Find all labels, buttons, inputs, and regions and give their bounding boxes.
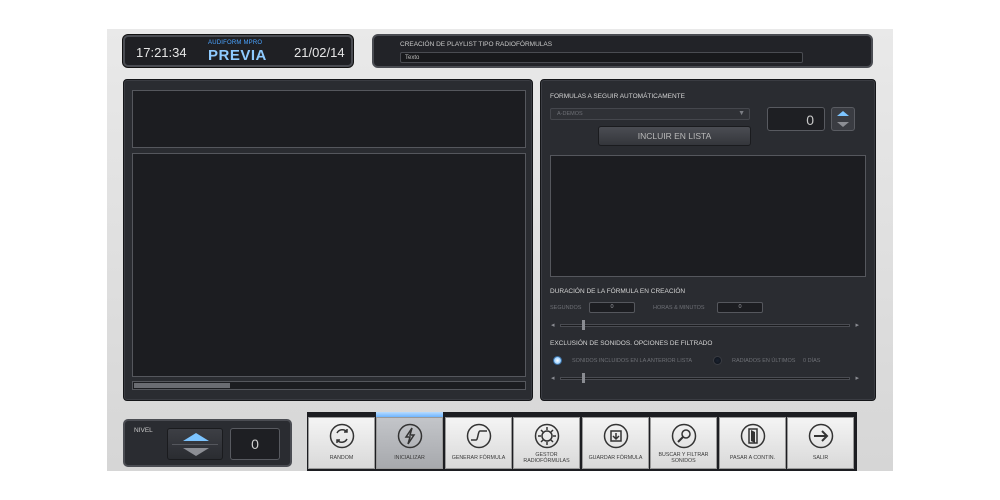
radio-sonidos-incluidos[interactable]	[553, 356, 562, 365]
chevron-up-icon[interactable]	[837, 111, 849, 116]
duracion-label: DURACIÓN DE LA FÓRMULA EN CREACIÓN	[550, 288, 686, 295]
exclusion-slider[interactable]: ◂ ▸	[551, 373, 859, 383]
slider-right-arrow-icon[interactable]: ▸	[855, 321, 859, 329]
buscar-filtrar-label: BUSCAR Y FILTRAR SONIDOS	[658, 452, 709, 464]
lightning-icon	[397, 423, 423, 449]
pasar-contin-label: PASAR A CONTIN.	[729, 455, 776, 461]
inicializar-button[interactable]: INICIALIZAR	[376, 417, 443, 469]
pasar-contin-button[interactable]: PASAR A CONTIN.	[719, 417, 786, 469]
bottom-toolbar: RANDOM INICIALIZAR GENERAR FÓRMULA GESTO…	[307, 412, 857, 471]
slider-left-arrow-icon[interactable]: ◂	[551, 321, 555, 329]
radio-radiados-ultimos-label: RADIADOS EN ÚLTIMOS	[732, 358, 796, 364]
status-display: 17:21:34 AUDIFORM MPRO PREVIA 21/02/14	[123, 35, 353, 67]
buscar-filtrar-button[interactable]: BUSCAR Y FILTRAR SONIDOS	[650, 417, 717, 469]
nivel-value: 0	[230, 428, 280, 460]
playlist-title: CREACIÓN DE PLAYLIST TIPO RADIOFÓRMULAS	[400, 41, 553, 48]
segundos-label: SEGUNDOS	[550, 305, 582, 311]
exit-arrow-icon	[808, 423, 834, 449]
scrollbar-thumb[interactable]	[134, 383, 230, 388]
nivel-stepper[interactable]	[167, 428, 223, 460]
slider-left-arrow-icon[interactable]: ◂	[551, 374, 555, 382]
date-label: 21/02/14	[294, 45, 345, 60]
left-panel	[123, 79, 533, 401]
right-panel: FORMULAS A SEGUIR AUTOMÁTICAMENTE A-DEMO…	[540, 79, 876, 401]
slider-knob[interactable]	[582, 320, 585, 330]
door-icon	[740, 423, 766, 449]
formula-list[interactable]	[550, 155, 866, 277]
active-tab-indicator	[376, 412, 443, 417]
radio-radiados-ultimos[interactable]	[713, 356, 722, 365]
search-icon	[671, 423, 697, 449]
horas-minutos-field[interactable]: 0	[717, 302, 763, 313]
playlist-header: CREACIÓN DE PLAYLIST TIPO RADIOFÓRMULAS …	[372, 34, 873, 68]
app-window: 17:21:34 AUDIFORM MPRO PREVIA 21/02/14 C…	[107, 29, 893, 471]
arrow-down-icon[interactable]	[183, 448, 209, 456]
slider-right-arrow-icon[interactable]: ▸	[855, 374, 859, 382]
duracion-slider[interactable]: ◂ ▸	[551, 320, 859, 330]
chevron-down-icon[interactable]	[837, 122, 849, 127]
funnel-icon: ▼	[738, 110, 745, 117]
generar-formula-label: GENERAR FÓRMULA	[451, 455, 506, 461]
salir-label: SALIR	[812, 455, 829, 461]
inicializar-label: INICIALIZAR	[394, 455, 425, 461]
horizontal-scrollbar[interactable]	[132, 381, 526, 390]
gestor-radioformulas-button[interactable]: GESTOR RADIOFÓRMULAS	[513, 417, 580, 469]
nivel-label: NIVEL	[134, 427, 153, 434]
clock-time: 17:21:34	[136, 45, 187, 60]
main-list-area[interactable]	[132, 153, 526, 377]
playlist-name-field[interactable]: Texto	[400, 52, 803, 63]
slider-knob[interactable]	[582, 373, 585, 383]
random-label: RANDOM	[329, 455, 354, 461]
formula-select[interactable]: A-DEMOS ▼	[550, 108, 750, 120]
nivel-panel: NIVEL 0	[123, 419, 292, 467]
salir-button[interactable]: SALIR	[787, 417, 854, 469]
slider-track[interactable]	[560, 324, 850, 327]
formula-count: 0	[767, 107, 825, 131]
dias-value: 0 DÍAS	[803, 358, 821, 364]
formulas-label: FORMULAS A SEGUIR AUTOMÁTICAMENTE	[550, 93, 685, 100]
generar-formula-button[interactable]: GENERAR FÓRMULA	[445, 417, 512, 469]
mode-label: PREVIA	[208, 47, 267, 64]
gear-icon	[534, 423, 560, 449]
incluir-en-lista-button[interactable]: INCLUIR EN LISTA	[598, 126, 751, 146]
save-icon	[603, 423, 629, 449]
brand-label: AUDIFORM MPRO	[208, 40, 263, 46]
guardar-formula-label: GUARDAR FÓRMULA	[588, 455, 643, 461]
horas-minutos-label: HORAS & MINUTOS	[653, 305, 705, 311]
waveform-icon	[466, 423, 492, 449]
random-button[interactable]: RANDOM	[308, 417, 375, 469]
formula-select-value: A-DEMOS	[557, 111, 583, 117]
stepper-divider	[172, 444, 218, 445]
segundos-field[interactable]: 0	[589, 302, 635, 313]
formula-count-stepper[interactable]	[831, 107, 855, 131]
gestor-radioformulas-label: GESTOR RADIOFÓRMULAS	[523, 452, 570, 464]
random-icon	[329, 423, 355, 449]
exclusion-label: EXCLUSIÓN DE SONIDOS. OPCIONES DE FILTRA…	[550, 340, 713, 347]
guardar-formula-button[interactable]: GUARDAR FÓRMULA	[582, 417, 649, 469]
radio-sonidos-incluidos-label: SONIDOS INCLUIDOS EN LA ANTERIOR LISTA	[572, 358, 693, 364]
slider-track[interactable]	[560, 377, 850, 380]
arrow-up-icon[interactable]	[183, 433, 209, 441]
info-area	[132, 90, 526, 148]
